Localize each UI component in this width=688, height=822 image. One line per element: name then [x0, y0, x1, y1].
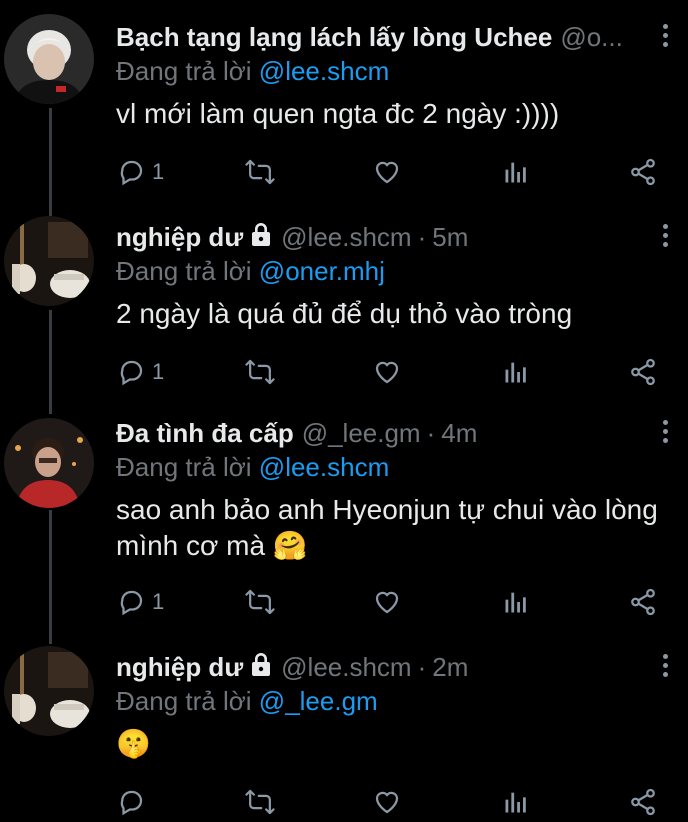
replying-to: Đang trả lời @lee.shcm	[116, 452, 389, 483]
reply-mention[interactable]: @lee.shcm	[259, 56, 389, 86]
heart-icon	[375, 791, 399, 814]
views-icon	[505, 362, 526, 383]
views-button[interactable]	[502, 357, 530, 387]
heart-icon	[375, 591, 399, 614]
replying-to-label: Đang trả lời	[116, 686, 252, 716]
heart-icon	[375, 361, 399, 384]
retweet-icon	[245, 359, 275, 385]
replying-to-label: Đang trả lời	[116, 452, 252, 482]
share-icon	[631, 158, 655, 186]
avatar[interactable]	[4, 14, 94, 104]
replying-to-label: Đang trả lời	[116, 56, 252, 86]
tweet-text: sao anh bảo anh Hyeonjun tự chui vào lòn…	[116, 494, 658, 561]
timestamp[interactable]: 4m	[441, 418, 477, 449]
lock-icon	[249, 221, 273, 254]
reply-mention[interactable]: @_lee.gm	[259, 686, 378, 716]
reply-mention[interactable]: @lee.shcm	[259, 452, 389, 482]
replying-to: Đang trả lời @oner.mhj	[116, 256, 385, 287]
tweet[interactable]: Bạch tạng lạng lách lấy lòng Uchee @o...…	[0, 0, 688, 200]
retweet-button[interactable]	[244, 787, 276, 817]
share-button[interactable]	[628, 787, 658, 817]
retweet-icon	[245, 789, 275, 815]
retweet-button[interactable]	[244, 587, 276, 617]
views-icon	[505, 592, 526, 613]
reply-icon	[120, 590, 143, 616]
separator-dot: ·	[417, 221, 427, 252]
more-icon[interactable]	[662, 224, 670, 251]
display-name[interactable]: nghiệp dư	[116, 222, 243, 253]
retweet-icon	[245, 589, 275, 615]
tweet-actions	[116, 782, 664, 822]
tweet-actions: 1	[116, 352, 664, 392]
user-handle[interactable]: @lee.shcm	[281, 652, 411, 683]
reply-icon	[120, 160, 143, 186]
tweet-text: 2 ngày là quá đủ để dụ thỏ vào tròng	[116, 298, 573, 329]
like-button[interactable]	[372, 787, 402, 817]
share-button[interactable]	[628, 587, 658, 617]
tweet-actions: 1	[116, 152, 664, 192]
share-button[interactable]	[628, 157, 658, 187]
tweet[interactable]: Đa tình đa cấp @_lee.gm · 4m Đang trả lờ…	[0, 396, 688, 630]
like-button[interactable]	[372, 587, 402, 617]
display-name[interactable]: Bạch tạng lạng lách lấy lòng Uchee	[116, 22, 552, 53]
user-handle[interactable]: @_lee.gm	[302, 418, 421, 449]
views-button[interactable]	[502, 587, 530, 617]
share-icon	[631, 788, 655, 816]
replying-to: Đang trả lời @_lee.gm	[116, 686, 378, 717]
more-icon[interactable]	[662, 654, 670, 681]
share-icon	[631, 358, 655, 386]
retweet-icon	[245, 159, 275, 185]
tweet-actions: 1	[116, 582, 664, 622]
share-button[interactable]	[628, 357, 658, 387]
separator-dot: ·	[417, 651, 427, 682]
tweet-header: Bạch tạng lạng lách lấy lòng Uchee @o...	[116, 20, 638, 54]
views-icon	[505, 792, 526, 813]
tweet-text: vl mới làm quen ngta đc 2 ngày :))))	[116, 98, 560, 129]
display-name[interactable]: nghiệp dư	[116, 652, 243, 683]
views-icon	[505, 162, 526, 183]
reply-button[interactable]	[116, 787, 152, 817]
reply-mention[interactable]: @oner.mhj	[259, 256, 385, 286]
like-button[interactable]	[372, 157, 402, 187]
like-button[interactable]	[372, 357, 402, 387]
reply-count: 1	[152, 359, 165, 384]
timestamp[interactable]: 5m	[432, 222, 468, 253]
tweet-header: nghiệp dư @lee.shcm · 5m	[116, 220, 638, 254]
retweet-button[interactable]	[244, 357, 276, 387]
views-button[interactable]	[502, 787, 530, 817]
reply-button[interactable]: 1	[116, 587, 164, 617]
tweet-header: Đa tình đa cấp @_lee.gm · 4m	[116, 416, 638, 450]
separator-dot: ·	[426, 417, 436, 448]
tweet[interactable]: nghiệp dư @lee.shcm · 5m Đang trả lời @o…	[0, 200, 688, 400]
heart-icon	[375, 161, 399, 184]
avatar[interactable]	[4, 646, 94, 736]
lock-icon	[249, 651, 273, 684]
replying-to-label: Đang trả lời	[116, 256, 252, 286]
reply-icon	[120, 790, 143, 816]
tweet-text: 🤫	[116, 728, 151, 759]
views-button[interactable]	[502, 157, 530, 187]
tweet[interactable]: nghiệp dư @lee.shcm · 2m Đang trả lời @_…	[0, 630, 688, 816]
share-icon	[631, 588, 655, 616]
tweet-header: nghiệp dư @lee.shcm · 2m	[116, 650, 638, 684]
timestamp[interactable]: 2m	[432, 652, 468, 683]
reply-icon	[120, 360, 143, 386]
more-icon[interactable]	[662, 24, 670, 51]
display-name[interactable]: Đa tình đa cấp	[116, 418, 294, 449]
avatar[interactable]	[4, 418, 94, 508]
retweet-button[interactable]	[244, 157, 276, 187]
reply-count: 1	[152, 159, 165, 184]
user-handle[interactable]: @lee.shcm	[281, 222, 411, 253]
user-handle[interactable]: @o...	[560, 22, 623, 53]
replying-to: Đang trả lời @lee.shcm	[116, 56, 389, 87]
reply-button[interactable]: 1	[116, 157, 164, 187]
more-icon[interactable]	[662, 420, 670, 447]
avatar[interactable]	[4, 216, 94, 306]
reply-button[interactable]: 1	[116, 357, 164, 387]
reply-count: 1	[152, 589, 165, 614]
